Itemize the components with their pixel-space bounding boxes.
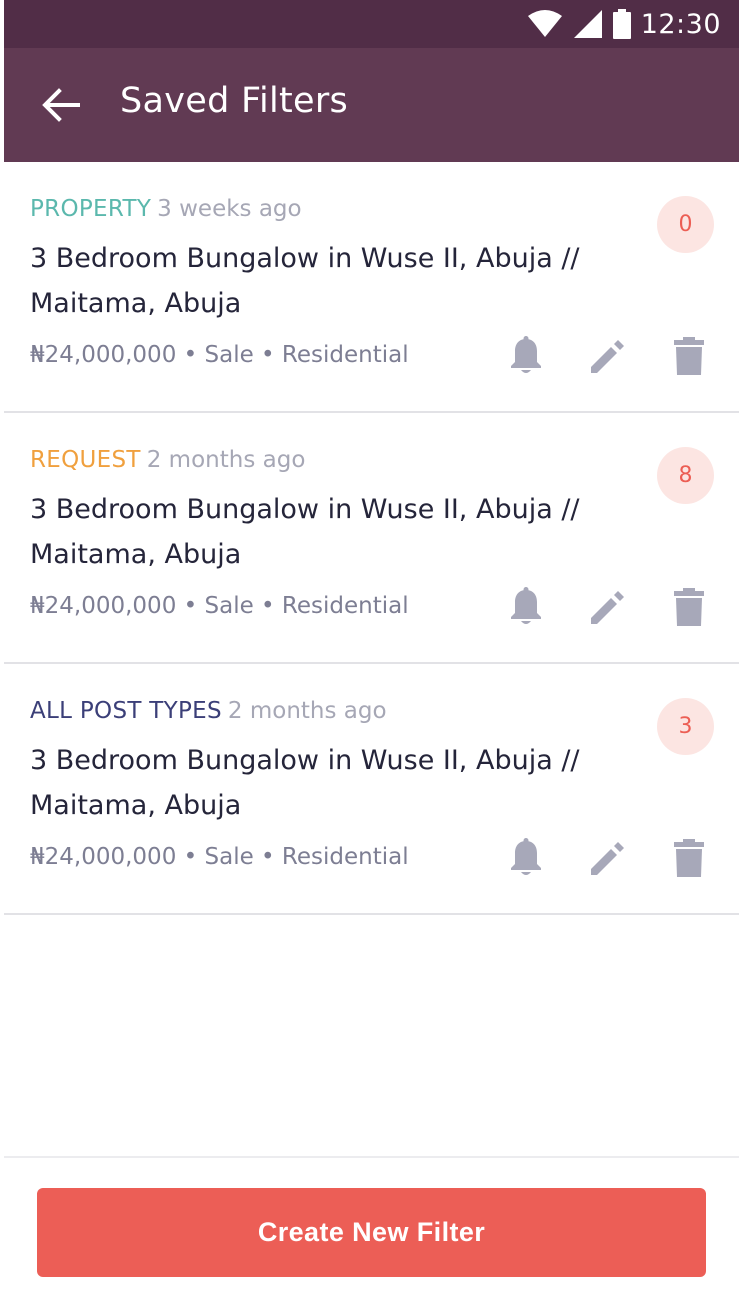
edit-button[interactable] [586,585,630,629]
signal-icon [573,10,602,38]
pencil-icon [591,340,624,373]
bell-icon [511,336,541,373]
filter-price-line: ₦24,000,000 • Sale • Residential [30,593,409,619]
edit-button[interactable] [586,836,630,880]
saved-filter-card[interactable]: PROPERTY 3 weeks ago 3 Bedroom Bungalow i… [4,162,739,413]
delete-button[interactable] [667,836,711,880]
filter-meta: REQUEST 2 months ago [30,447,305,473]
match-count-badge: 8 [657,447,714,504]
filter-price-line: ₦24,000,000 • Sale • Residential [30,342,409,368]
bell-icon [511,587,541,624]
match-count-badge: 3 [657,698,714,755]
post-type-label: REQUEST [30,447,141,473]
match-count-badge: 0 [657,196,714,253]
filter-meta: ALL POST TYPES 2 months ago [30,698,387,724]
saved-filter-list: PROPERTY 3 weeks ago 3 Bedroom Bungalow i… [4,162,739,915]
delete-button[interactable] [667,334,711,378]
create-new-filter-button[interactable]: Create New Filter [37,1188,706,1277]
phone-screen: 12:30 Saved Filters PROPERTY 3 weeks ago … [4,0,739,1296]
trash-icon [674,588,704,626]
notify-button[interactable] [504,334,548,378]
trash-icon [674,839,704,877]
status-time: 12:30 [640,8,721,40]
bell-icon [511,838,541,875]
post-type-label: ALL POST TYPES [30,698,222,724]
post-type-label: PROPERTY [30,196,152,222]
filter-title: 3 Bedroom Bungalow in Wuse II, Abuja // … [30,243,580,319]
status-bar: 12:30 [4,0,739,48]
battery-icon [612,9,631,39]
wifi-icon [527,10,562,37]
pencil-icon [591,591,624,624]
notify-button[interactable] [504,836,548,880]
page-title: Saved Filters [120,81,349,121]
delete-button[interactable] [667,585,711,629]
status-icons: 12:30 [527,6,721,42]
filter-title: 3 Bedroom Bungalow in Wuse II, Abuja // … [30,745,580,821]
back-button[interactable] [32,76,90,134]
saved-filter-card[interactable]: ALL POST TYPES 2 months ago 3 Bedroom Bun… [4,664,739,915]
edit-button[interactable] [586,334,630,378]
notify-button[interactable] [504,585,548,629]
time-ago: 3 weeks ago [157,196,302,222]
time-ago: 2 months ago [227,698,387,724]
trash-icon [674,337,704,375]
app-bar: Saved Filters [4,48,739,162]
pencil-icon [591,842,624,875]
time-ago: 2 months ago [146,447,306,473]
bottom-action-area: Create New Filter [4,1156,739,1296]
saved-filter-card[interactable]: REQUEST 2 months ago 3 Bedroom Bungalow i… [4,413,739,664]
filter-meta: PROPERTY 3 weeks ago [30,196,302,222]
filter-price-line: ₦24,000,000 • Sale • Residential [30,844,409,870]
arrow-left-icon [42,88,80,122]
filter-title: 3 Bedroom Bungalow in Wuse II, Abuja // … [30,494,580,570]
